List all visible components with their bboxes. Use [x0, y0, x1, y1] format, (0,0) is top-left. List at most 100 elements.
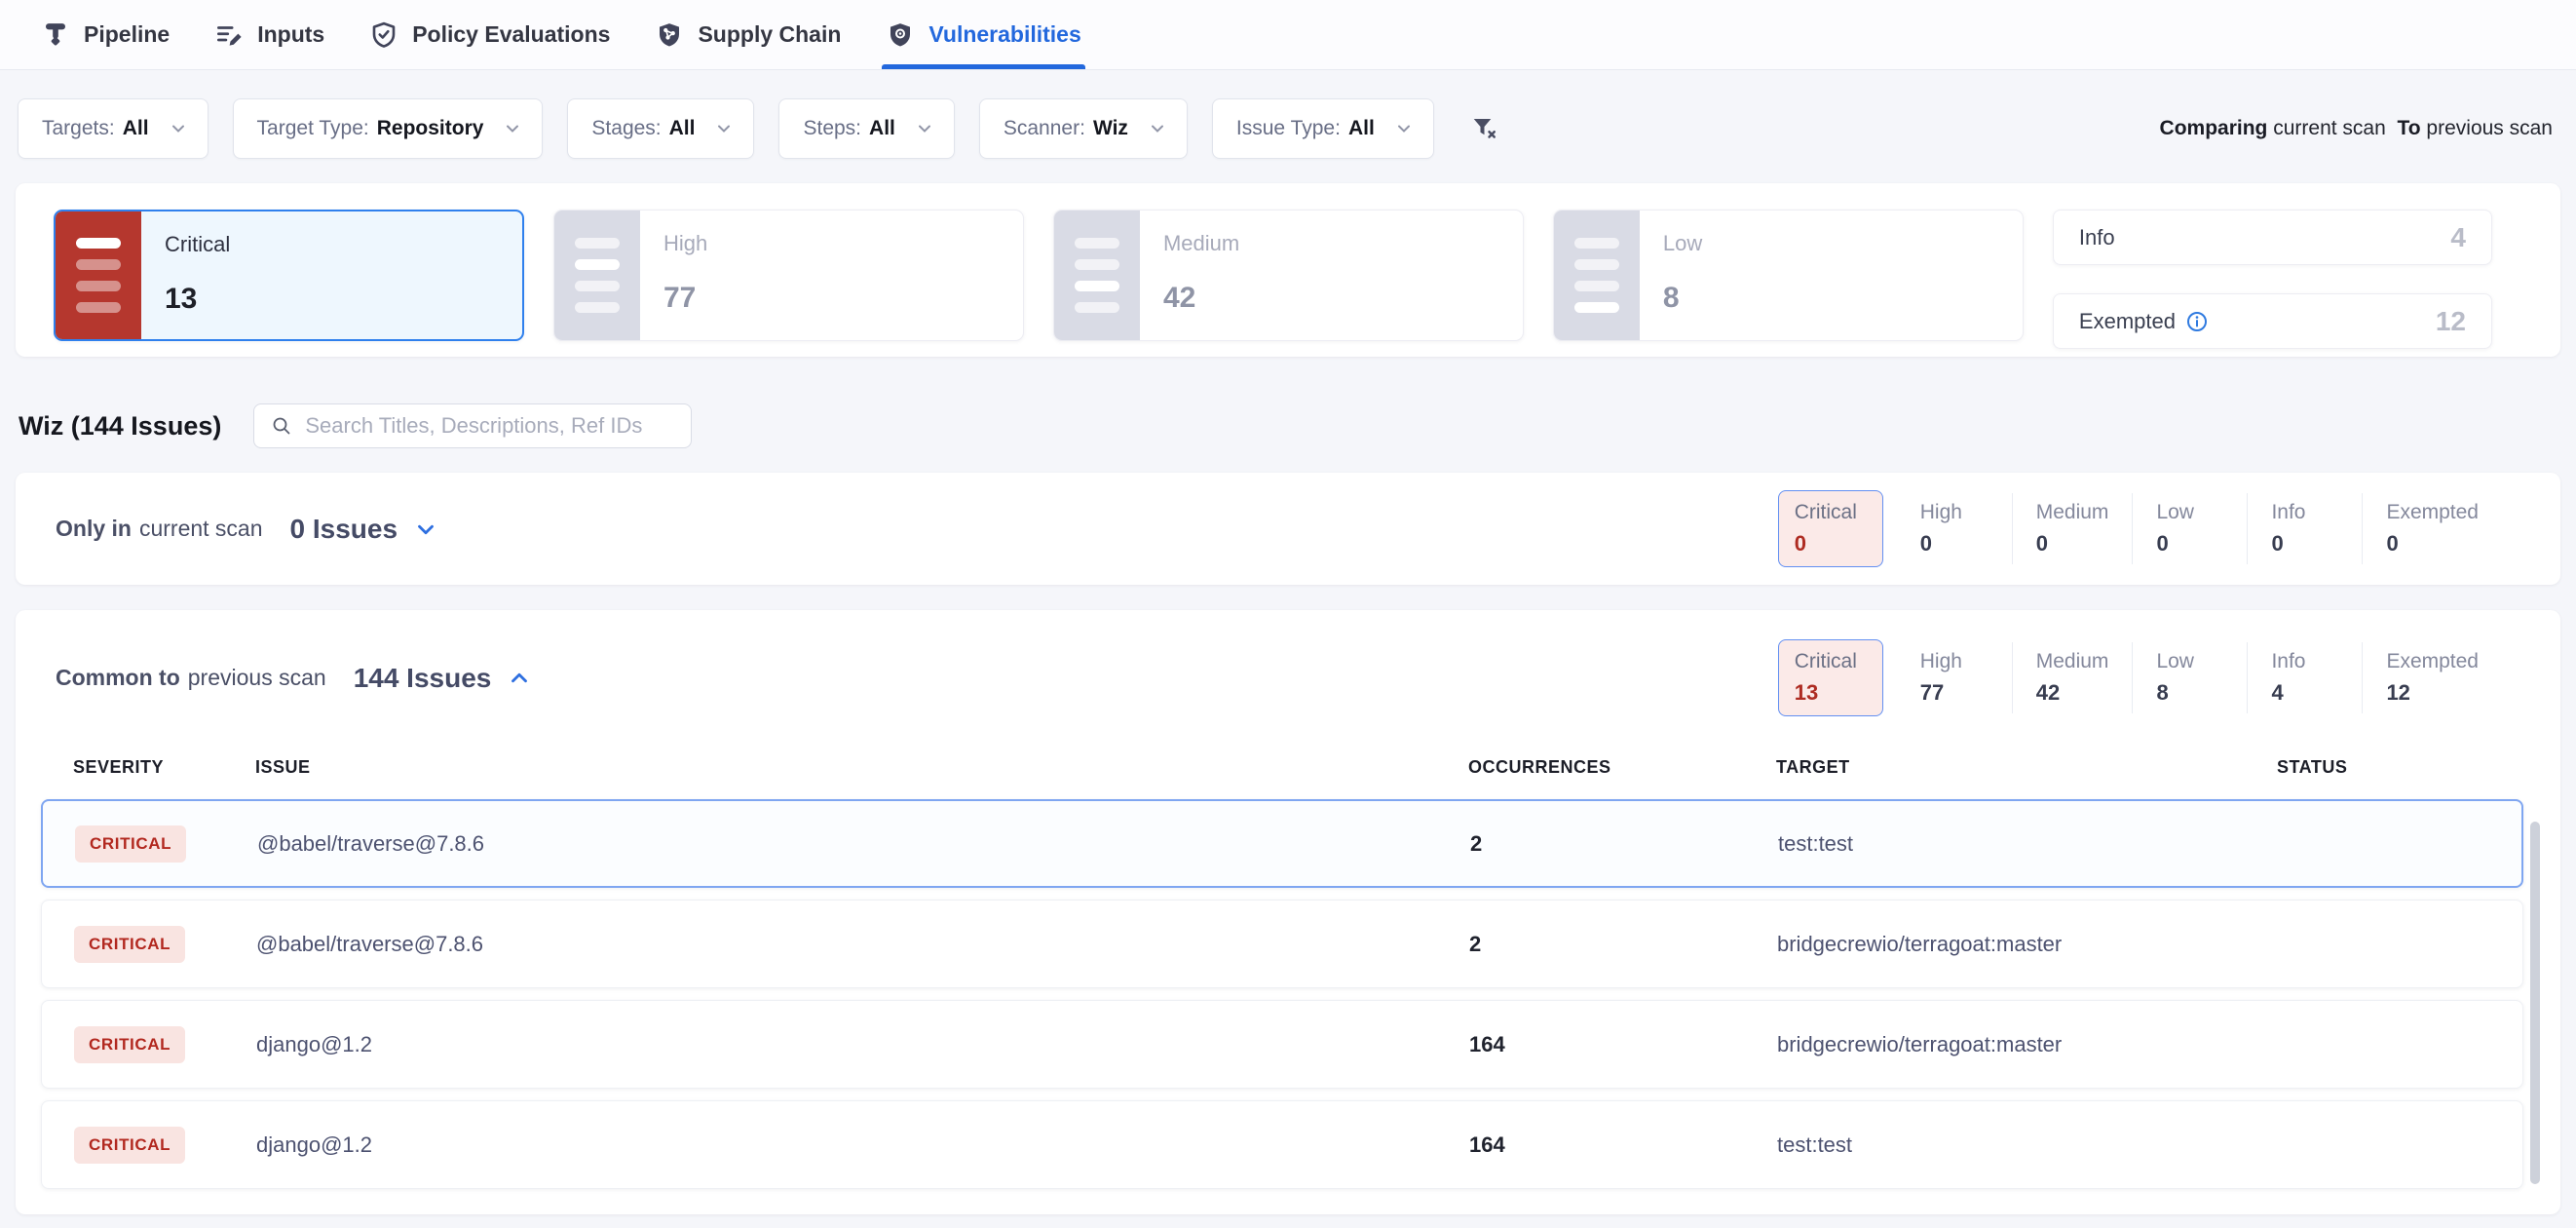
- filter-value: All: [1348, 117, 1375, 140]
- target-cell: bridgecrewio/terragoat:master: [1777, 932, 2278, 957]
- search-input[interactable]: [305, 413, 675, 439]
- count-high: High 77: [1897, 642, 2012, 713]
- comparing-to-label: To: [2397, 117, 2420, 139]
- filter-target-type[interactable]: Target Type: Repository: [233, 98, 544, 159]
- count-high: High 0: [1897, 493, 2012, 564]
- issue-cell: django@1.2: [256, 1132, 1469, 1158]
- count-label: Low: [2156, 501, 2223, 524]
- count-value: 77: [1920, 680, 1989, 706]
- count-label: Medium: [2036, 501, 2109, 524]
- common-to-previous-scan-toggle[interactable]: Common to previous scan 144 Issues: [56, 663, 532, 694]
- column-header-target: Target: [1776, 757, 2277, 778]
- filter-targets[interactable]: Targets: All: [18, 98, 208, 159]
- vertical-scrollbar[interactable]: [2530, 822, 2540, 1184]
- count-value: 0: [2156, 531, 2223, 556]
- inputs-icon: [214, 20, 244, 50]
- count-critical[interactable]: Critical 13: [1778, 639, 1883, 716]
- column-header-severity: Severity: [73, 757, 255, 778]
- count-label: Critical: [1795, 650, 1867, 673]
- severity-card-count: 77: [663, 282, 1023, 315]
- severity-meter-icon: [1554, 211, 1640, 340]
- tab-policy-evaluations[interactable]: Policy Evaluations: [365, 0, 614, 69]
- table-row[interactable]: CRITICAL django@1.2 164 test:test: [41, 1100, 2523, 1189]
- occurrences-cell: 164: [1469, 1032, 1777, 1057]
- tab-vulnerabilities[interactable]: Vulnerabilities: [882, 0, 1084, 69]
- target-cell: bridgecrewio/terragoat:master: [1777, 1032, 2278, 1057]
- severity-card-medium[interactable]: Medium 42: [1053, 210, 1524, 341]
- filter-scanner[interactable]: Scanner: Wiz: [979, 98, 1188, 159]
- tab-pipeline[interactable]: Pipeline: [37, 0, 173, 69]
- section-label-bold: Only in: [56, 516, 132, 542]
- clear-filters-button[interactable]: [1464, 108, 1505, 149]
- count-value: 0: [1920, 531, 1989, 556]
- column-header-occurrences: Occurrences: [1468, 757, 1776, 778]
- table-row[interactable]: CRITICAL @babel/traverse@7.8.6 2 test:te…: [41, 799, 2523, 888]
- chevron-down-icon[interactable]: [413, 517, 438, 542]
- count-value: 4: [2271, 680, 2338, 706]
- filter-clear-icon: [1470, 114, 1499, 143]
- issues-table-body: CRITICAL @babel/traverse@7.8.6 2 test:te…: [41, 799, 2523, 1189]
- filter-stages[interactable]: Stages: All: [567, 98, 754, 159]
- severity-meter-icon: [554, 211, 640, 340]
- search-icon: [270, 414, 293, 438]
- chevron-down-icon: [503, 119, 522, 138]
- severity-card-label: Info: [2079, 225, 2115, 250]
- section-label-bold: Common to: [56, 665, 180, 691]
- target-cell: test:test: [1778, 831, 2279, 857]
- count-info: Info 0: [2247, 493, 2362, 564]
- pipeline-icon: [41, 20, 70, 50]
- issue-search[interactable]: [253, 403, 692, 448]
- severity-card-high[interactable]: High 77: [553, 210, 1024, 341]
- severity-card-critical[interactable]: Critical 13: [54, 210, 524, 341]
- count-critical[interactable]: Critical 0: [1778, 490, 1883, 567]
- occurrences-cell: 2: [1469, 932, 1777, 957]
- section-issue-count: 0 Issues: [290, 514, 398, 545]
- severity-card-label: Critical: [165, 232, 522, 257]
- chevron-down-icon: [714, 119, 734, 138]
- filter-value: Wiz: [1093, 117, 1128, 140]
- tab-supply-chain[interactable]: Supply Chain: [651, 0, 845, 69]
- severity-card-info[interactable]: Info 4: [2053, 210, 2492, 265]
- severity-card-label: High: [663, 231, 1023, 256]
- severity-card-count: 8: [1663, 282, 2023, 315]
- table-row[interactable]: CRITICAL @babel/traverse@7.8.6 2 bridgec…: [41, 900, 2523, 988]
- count-value: 13: [1795, 680, 1867, 706]
- count-label: High: [1920, 501, 1989, 524]
- filter-label: Stages:: [591, 117, 661, 140]
- filter-issue-type[interactable]: Issue Type: All: [1212, 98, 1434, 159]
- issue-cell: django@1.2: [256, 1032, 1469, 1057]
- tab-label: Policy Evaluations: [412, 21, 610, 48]
- policy-evaluations-icon: [369, 20, 398, 50]
- occurrences-cell: 2: [1470, 831, 1778, 857]
- chevron-up-icon[interactable]: [507, 666, 532, 691]
- severity-badge: CRITICAL: [74, 1127, 185, 1164]
- filter-steps[interactable]: Steps: All: [778, 98, 954, 159]
- chevron-down-icon: [1148, 119, 1167, 138]
- filter-label: Issue Type:: [1236, 117, 1341, 140]
- severity-counts-row: Critical 0 High 0 Medium 0 Low 0 Info 0 …: [1778, 490, 2502, 567]
- table-row[interactable]: CRITICAL django@1.2 164 bridgecrewio/ter…: [41, 1000, 2523, 1089]
- severity-card-exempted[interactable]: Exempted 12: [2053, 293, 2492, 349]
- only-in-current-scan-section: Only in current scan 0 Issues Critical 0…: [16, 473, 2560, 585]
- count-low: Low 0: [2132, 493, 2247, 564]
- issue-cell: @babel/traverse@7.8.6: [256, 932, 1469, 957]
- info-icon[interactable]: [2185, 310, 2209, 333]
- severity-meter-icon: [1054, 211, 1140, 340]
- issue-cell: @babel/traverse@7.8.6: [257, 831, 1470, 857]
- column-header-issue: Issue: [255, 757, 1468, 778]
- severity-badge: CRITICAL: [74, 1026, 185, 1063]
- only-in-current-scan-toggle[interactable]: Only in current scan 0 Issues: [56, 514, 438, 545]
- tab-inputs[interactable]: Inputs: [210, 0, 328, 69]
- severity-card-label: Low: [1663, 231, 2023, 256]
- tab-label: Pipeline: [84, 21, 170, 48]
- comparing-text: Comparing current scan To previous scan: [2160, 117, 2553, 140]
- scanner-header-row: Wiz (144 Issues): [19, 403, 2560, 448]
- count-exempted: Exempted 0: [2362, 493, 2502, 564]
- chevron-down-icon: [915, 119, 934, 138]
- filter-value: All: [123, 117, 149, 140]
- count-label: Info: [2271, 650, 2338, 673]
- chevron-down-icon: [1394, 119, 1414, 138]
- severity-card-low[interactable]: Low 8: [1553, 210, 2024, 341]
- severity-side-column: Info 4 Exempted 12: [2053, 210, 2492, 349]
- supply-chain-icon: [655, 20, 684, 50]
